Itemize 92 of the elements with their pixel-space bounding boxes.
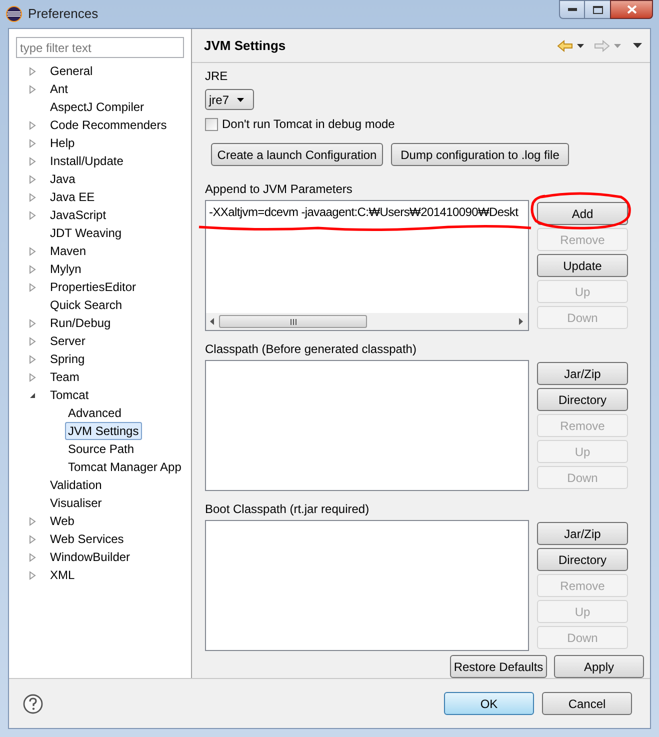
button[interactable]: Restore Defaults — [450, 655, 547, 678]
page-title: JVM Settings — [204, 36, 286, 55]
collapsed-arrow-icon[interactable] — [29, 516, 36, 526]
collapsed-arrow-icon[interactable] — [29, 174, 36, 184]
tree-item[interactable]: Java — [47, 170, 78, 188]
collapsed-arrow-icon[interactable] — [29, 120, 36, 130]
scroll-left-icon[interactable] — [210, 318, 215, 325]
tree-item[interactable]: AspectJ Compiler — [47, 98, 148, 116]
collapsed-arrow-icon[interactable] — [29, 156, 36, 166]
filter-field[interactable]: type filter text — [16, 37, 184, 58]
collapsed-arrow-icon[interactable] — [29, 84, 36, 94]
help-icon[interactable] — [23, 694, 43, 714]
tree-item[interactable]: General — [47, 62, 96, 80]
tree-item[interactable]: Spring — [47, 350, 88, 368]
tree-item[interactable]: Server — [47, 332, 88, 350]
button[interactable]: Create a launch Configuration — [211, 143, 383, 166]
tree-item[interactable]: Advanced — [65, 404, 124, 422]
collapsed-arrow-icon[interactable] — [29, 264, 36, 274]
tree-item[interactable]: Web Services — [47, 530, 127, 548]
button[interactable]: Update — [537, 254, 628, 277]
collapsed-arrow-icon[interactable] — [29, 192, 36, 202]
button[interactable]: Add — [537, 202, 628, 225]
tree-item[interactable]: Maven — [47, 242, 90, 260]
tree-item[interactable]: XML — [47, 566, 78, 584]
window-title: Preferences — [28, 5, 98, 24]
collapsed-arrow-icon[interactable] — [29, 138, 36, 148]
button[interactable]: Dump configuration to .log file — [391, 143, 569, 166]
maximize-button[interactable] — [585, 0, 610, 19]
collapsed-arrow-icon[interactable] — [29, 354, 36, 364]
tree-item[interactable]: Mylyn — [47, 260, 84, 278]
list-box[interactable] — [205, 360, 529, 491]
list-item[interactable]: -XXaltjvm=dcevm -javaagent:C:₩Users₩201410090₩Deskt — [209, 204, 525, 220]
jre-dropdown[interactable]: jre7 — [205, 89, 254, 110]
forward-arrow-icon[interactable] — [594, 40, 610, 52]
button[interactable]: Jar/Zip — [537, 522, 628, 545]
collapsed-arrow-icon[interactable] — [29, 372, 36, 382]
list-box[interactable]: -XXaltjvm=dcevm -javaagent:C:₩Users₩201410090₩Deskt — [205, 200, 529, 331]
button[interactable]: Jar/Zip — [537, 362, 628, 385]
collapsed-arrow-icon[interactable] — [29, 210, 36, 220]
collapsed-arrow-icon[interactable] — [29, 282, 36, 292]
tree-item[interactable]: Visualiser — [47, 494, 105, 512]
close-button[interactable] — [610, 0, 653, 19]
tree-item[interactable]: Source Path — [65, 440, 138, 458]
list-box[interactable] — [205, 520, 529, 651]
tree-item[interactable]: Tomcat Manager App — [65, 458, 184, 476]
dropdown-arrow-icon — [237, 98, 244, 102]
expanded-arrow-icon[interactable] — [29, 392, 36, 398]
view-menu-icon[interactable] — [633, 43, 642, 48]
minimize-icon — [568, 8, 576, 11]
tree-item[interactable]: Tomcat — [47, 386, 92, 404]
grip-icon — [290, 318, 296, 324]
button[interactable]: Directory — [537, 548, 628, 571]
tree-item[interactable]: Ant — [47, 80, 72, 98]
scrollbar-thumb[interactable] — [219, 315, 367, 328]
minimize-button[interactable] — [559, 0, 585, 19]
collapsed-arrow-icon[interactable] — [29, 552, 36, 562]
caret-icon[interactable] — [577, 44, 584, 48]
section-label: Append to JVM Parameters — [205, 181, 354, 197]
tree-item[interactable]: Quick Search — [47, 296, 126, 314]
collapsed-arrow-icon[interactable] — [29, 534, 36, 544]
checkbox-label: Don't run Tomcat in debug mode — [222, 116, 395, 133]
collapsed-arrow-icon[interactable] — [29, 66, 36, 76]
ok-button[interactable]: OK — [444, 692, 534, 715]
tree-item[interactable]: JDT Weaving — [47, 224, 125, 242]
tree-item[interactable]: WindowBuilder — [47, 548, 134, 566]
tree-item[interactable]: JavaScript — [47, 206, 110, 224]
tree-item[interactable]: Validation — [47, 476, 105, 494]
section-label: Classpath (Before generated classpath) — [205, 341, 418, 357]
jre-label: JRE — [205, 68, 229, 84]
collapsed-arrow-icon[interactable] — [29, 570, 36, 580]
collapsed-arrow-icon[interactable] — [29, 318, 36, 328]
tree-item[interactable]: Web — [47, 512, 78, 530]
tree-item[interactable]: Code Recommenders — [47, 116, 170, 134]
horizontal-scrollbar[interactable] — [206, 313, 528, 330]
tree-item[interactable]: Run/Debug — [47, 314, 114, 332]
app-icon — [6, 6, 22, 22]
tree-item[interactable]: Java EE — [47, 188, 98, 206]
close-icon — [626, 5, 636, 14]
collapsed-arrow-icon[interactable] — [29, 336, 36, 346]
button[interactable]: Directory — [537, 388, 628, 411]
button[interactable]: Apply — [554, 655, 644, 678]
section-label: Boot Classpath (rt.jar required) — [205, 501, 370, 517]
tree-item[interactable]: Install/Update — [47, 152, 126, 170]
maximize-icon — [592, 6, 602, 14]
scroll-right-icon[interactable] — [519, 318, 524, 325]
tree-item[interactable]: PropertiesEditor — [47, 278, 140, 296]
tree-item[interactable]: Help — [47, 134, 78, 152]
tree-item[interactable]: JVM Settings — [65, 422, 142, 440]
collapsed-arrow-icon[interactable] — [29, 246, 36, 256]
tree-item[interactable]: Team — [47, 368, 82, 386]
button[interactable]: Cancel — [542, 692, 632, 715]
checkbox[interactable] — [205, 118, 218, 130]
